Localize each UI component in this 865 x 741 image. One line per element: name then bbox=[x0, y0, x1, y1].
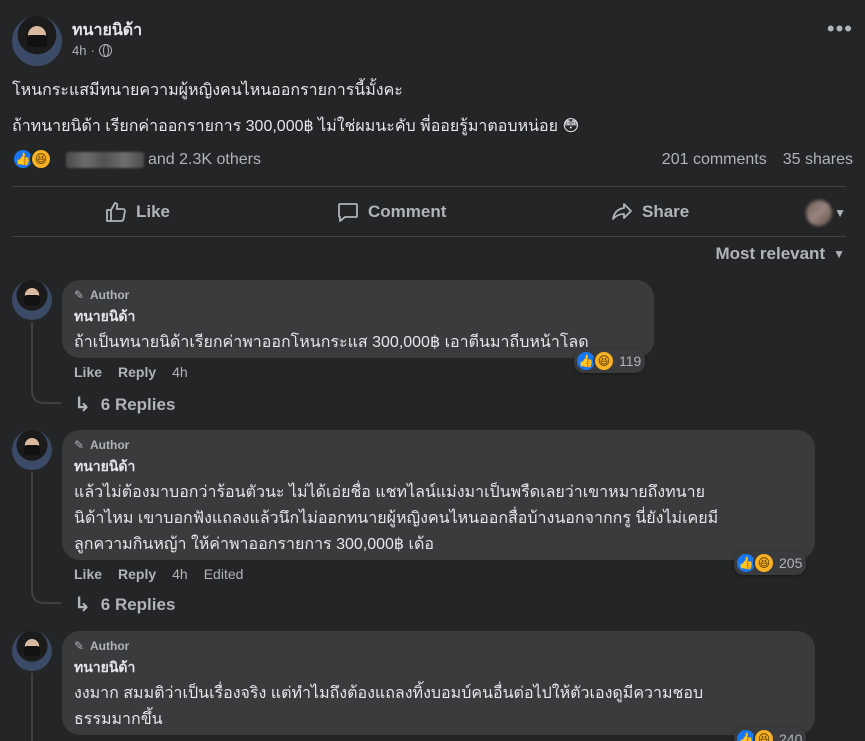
post-author-name[interactable]: ทนายนิด้า bbox=[72, 18, 142, 43]
comment-text: งงมาก สมมติว่าเป็นเรื่องจริง แต่ทำไมถึงต… bbox=[74, 681, 803, 733]
thumbs-up-icon bbox=[106, 202, 126, 222]
author-badge-label: Author bbox=[90, 438, 130, 452]
comment-button[interactable]: Comment bbox=[336, 190, 446, 234]
reaction-icons[interactable]: 👍 😆 bbox=[12, 148, 52, 170]
haha-reaction-icon: 😆 bbox=[753, 728, 775, 741]
comment: ✎ Author ทนายนิด้า ถ้าเป็นทนายนิด้าเรียก… bbox=[12, 280, 853, 416]
comment-text-line: นิด้าไหม เขาบอกฟังแถลงแล้วนึกไม่ออกทนายผ… bbox=[74, 510, 719, 527]
share-label: Share bbox=[642, 202, 690, 221]
like-label: Like bbox=[136, 202, 171, 221]
commenter-name[interactable]: ทนายนิด้า bbox=[74, 306, 642, 328]
divider bbox=[12, 236, 846, 237]
share-button[interactable]: Share bbox=[610, 190, 689, 234]
commenter-avatar[interactable] bbox=[12, 280, 52, 320]
replies-label: 6 Replies bbox=[100, 394, 176, 414]
post-meta: 4h · bbox=[72, 43, 112, 58]
comment-reaction-count: 119 bbox=[619, 353, 642, 369]
more-options-icon[interactable]: ••• bbox=[827, 18, 853, 40]
reply-arrow-icon: ↳ bbox=[74, 594, 91, 616]
shares-count[interactable]: 35 shares bbox=[783, 151, 853, 169]
comment-label: Comment bbox=[368, 202, 447, 221]
reply-arrow-icon: ↳ bbox=[74, 394, 91, 416]
sort-dropdown[interactable]: Most relevant ▼ bbox=[716, 244, 845, 264]
profile-switcher[interactable]: ▼ bbox=[806, 200, 846, 226]
author-badge-label: Author bbox=[90, 288, 130, 302]
comment-text-line: งงมาก สมมติว่าเป็นเรื่องจริง แต่ทำไมถึงต… bbox=[74, 685, 704, 702]
commenter-avatar[interactable] bbox=[12, 430, 52, 470]
comment-bubble: ✎ Author ทนายนิด้า แล้วไม่ต้องมาบอกว่าร้… bbox=[62, 430, 815, 560]
viewer-avatar bbox=[806, 200, 833, 226]
comment-text-line: ลูกความกินหญ้า ให้ค่าพาออกรายการ 300,000… bbox=[74, 536, 435, 553]
comment-text: แล้วไม่ต้องมาบอกว่าร้อนตัวนะ ไม่ได้เอ่ยช… bbox=[74, 480, 803, 558]
comment-text-line: แล้วไม่ต้องมาบอกว่าร้อนตัวนะ ไม่ได้เอ่ยช… bbox=[74, 484, 705, 501]
post-time[interactable]: 4h bbox=[72, 43, 86, 58]
reactions-others[interactable]: and 2.3K others bbox=[148, 151, 261, 169]
comment-bubble: ✎ Author ทนายนิด้า งงมาก สมมติว่าเป็นเรื… bbox=[62, 631, 815, 735]
globe-icon bbox=[98, 44, 112, 57]
author-badge: ✎ Author bbox=[74, 288, 642, 302]
haha-reaction-icon: 😆 bbox=[593, 350, 615, 372]
author-badge-label: Author bbox=[90, 639, 130, 653]
commenter-avatar[interactable] bbox=[12, 631, 52, 671]
author-badge: ✎ Author bbox=[74, 438, 803, 452]
pencil-icon: ✎ bbox=[74, 639, 85, 653]
pencil-icon: ✎ bbox=[74, 288, 85, 302]
pencil-icon: ✎ bbox=[74, 438, 85, 452]
comment: ✎ Author ทนายนิด้า แล้วไม่ต้องมาบอกว่าร้… bbox=[12, 430, 853, 617]
comment-like-button[interactable]: Like bbox=[74, 364, 102, 380]
commenter-name[interactable]: ทนายนิด้า bbox=[74, 657, 803, 679]
comment-text-line: ธรรมมากขึ้น bbox=[74, 711, 163, 728]
comment-time[interactable]: 4h bbox=[172, 566, 188, 582]
caret-down-icon: ▼ bbox=[834, 206, 846, 220]
thread-line bbox=[31, 673, 33, 741]
thread-line bbox=[31, 322, 33, 390]
thread-line bbox=[31, 590, 61, 604]
comment-text: ถ้าเป็นทนายนิด้าเรียกค่าพาออกโหนกระแส 30… bbox=[74, 334, 589, 351]
comment-like-button[interactable]: Like bbox=[74, 566, 102, 582]
commenter-name[interactable]: ทนายนิด้า bbox=[74, 456, 803, 478]
thread-line bbox=[31, 472, 33, 590]
like-button[interactable]: Like bbox=[104, 190, 170, 234]
post-action-bar: Like Comment Share ▼ bbox=[12, 190, 846, 234]
share-icon bbox=[612, 203, 632, 220]
divider bbox=[12, 186, 846, 187]
post-text-line-1: โหนกระแสมีทนายความผู้หญิงคนไหนออกรายการน… bbox=[12, 82, 403, 99]
replies-label: 6 Replies bbox=[100, 594, 176, 614]
view-replies-button[interactable]: ↳ 6 Replies bbox=[74, 592, 175, 617]
comment-reply-button[interactable]: Reply bbox=[118, 566, 156, 582]
haha-reaction-icon: 😆 bbox=[30, 148, 52, 170]
view-replies-button[interactable]: ↳ 6 Replies bbox=[74, 392, 175, 417]
comment-reaction-count: 205 bbox=[779, 555, 803, 571]
blurred-names bbox=[66, 152, 144, 168]
caret-down-icon: ▼ bbox=[833, 247, 845, 261]
author-avatar[interactable] bbox=[12, 16, 62, 66]
sort-label: Most relevant bbox=[715, 244, 826, 263]
comment-bubble: ✎ Author ทนายนิด้า ถ้าเป็นทนายนิด้าเรียก… bbox=[62, 280, 654, 358]
comment-actions: Like Reply 4h bbox=[74, 364, 188, 380]
comment-reactions[interactable]: 👍 😆 119 bbox=[574, 349, 646, 373]
comments-count[interactable]: 201 comments bbox=[662, 151, 767, 169]
post-header: ทนายนิด้า 4h · ••• bbox=[12, 14, 853, 66]
comment-icon bbox=[338, 203, 358, 222]
post-text-line-2: ถ้าทนายนิด้า เรียกค่าออกรายการ 300,000฿ … bbox=[12, 118, 580, 135]
comment: ✎ Author ทนายนิด้า งงมาก สมมติว่าเป็นเรื… bbox=[12, 631, 853, 741]
haha-reaction-icon: 😆 bbox=[753, 552, 775, 574]
comment-actions: Like Reply 4h Edited bbox=[74, 566, 243, 582]
reactions-summary: 👍 😆 and 2.3K others 201 comments 35 shar… bbox=[12, 148, 853, 174]
comment-reactions[interactable]: 👍 😆 240 bbox=[734, 727, 807, 741]
author-badge: ✎ Author bbox=[74, 639, 803, 653]
thread-line bbox=[31, 390, 61, 404]
comment-time[interactable]: 4h bbox=[172, 364, 188, 380]
comment-reaction-count: 240 bbox=[779, 731, 803, 741]
post-counts: 201 comments 35 shares bbox=[662, 151, 853, 169]
comment-reply-button[interactable]: Reply bbox=[118, 364, 156, 380]
edited-label: Edited bbox=[203, 566, 244, 582]
comment-reactions[interactable]: 👍 😆 205 bbox=[734, 551, 807, 575]
